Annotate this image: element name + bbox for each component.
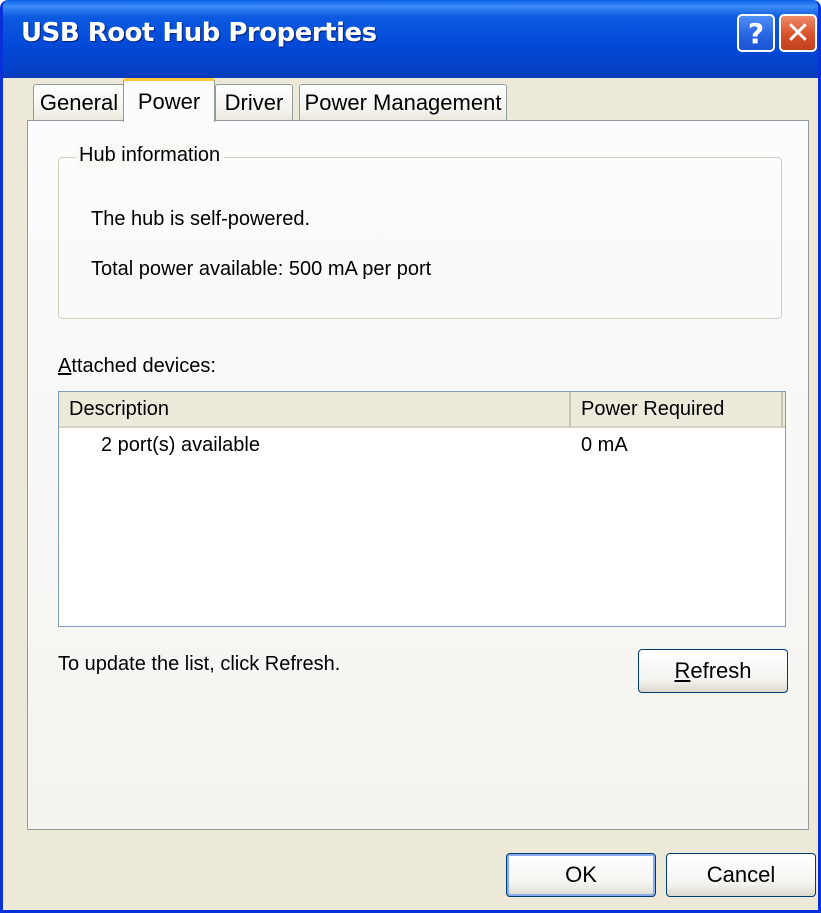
accelerator-key: A	[58, 355, 72, 377]
device-power: 0 mA	[581, 434, 628, 456]
tab-general[interactable]: General	[33, 84, 125, 120]
button-label: efresh	[690, 658, 752, 683]
help-button[interactable]: ?	[737, 14, 775, 52]
tab-strip: General Power Driver Power Management	[27, 78, 817, 122]
close-icon: ✕	[785, 15, 811, 51]
tab-label: General	[39, 89, 119, 115]
refresh-button[interactable]: Refresh	[638, 649, 788, 693]
button-label: Cancel	[706, 862, 776, 887]
tab-power-management[interactable]: Power Management	[299, 84, 507, 120]
tab-label: Power Management	[304, 89, 502, 115]
column-title: Power Required	[581, 397, 725, 420]
column-power-required[interactable]: Power Required	[571, 392, 783, 426]
label-text: ttached devices:	[71, 355, 216, 377]
tab-label: Power	[137, 88, 201, 114]
column-title: Description	[69, 397, 170, 420]
window-title: USB Root Hub Properties	[21, 18, 377, 48]
close-button[interactable]: ✕	[779, 14, 817, 52]
attached-devices-label: Attached devices:	[58, 355, 216, 378]
tab-driver[interactable]: Driver	[215, 84, 293, 120]
hub-information-group: Hub information The hub is self-powered.…	[58, 144, 782, 319]
tab-label: Driver	[224, 89, 284, 115]
tab-power[interactable]: Power	[123, 78, 215, 122]
button-label: OK	[565, 862, 597, 887]
ok-button[interactable]: OK	[506, 853, 656, 897]
list-header: Description Power Required	[59, 392, 785, 428]
group-title: Hub information	[75, 144, 225, 167]
power-tab-panel: Hub information The hub is self-powered.…	[27, 120, 809, 830]
total-power-text: Total power available: 500 mA per port	[91, 258, 432, 280]
question-mark-icon: ?	[747, 16, 765, 50]
column-description[interactable]: Description	[59, 392, 571, 426]
accelerator-key: R	[674, 658, 691, 683]
attached-devices-list[interactable]: Description Power Required 2 port(s) ava…	[58, 391, 786, 627]
refresh-hint: To update the list, click Refresh.	[58, 653, 341, 675]
self-powered-text: The hub is self-powered.	[91, 208, 311, 230]
list-item[interactable]: 2 port(s) available 0 mA	[59, 434, 785, 462]
cancel-button[interactable]: Cancel	[666, 853, 816, 897]
device-description: 2 port(s) available	[101, 434, 260, 456]
properties-dialog: USB Root Hub Properties ? ✕ General Powe…	[0, 0, 821, 913]
title-bar[interactable]: USB Root Hub Properties ? ✕	[3, 0, 818, 78]
